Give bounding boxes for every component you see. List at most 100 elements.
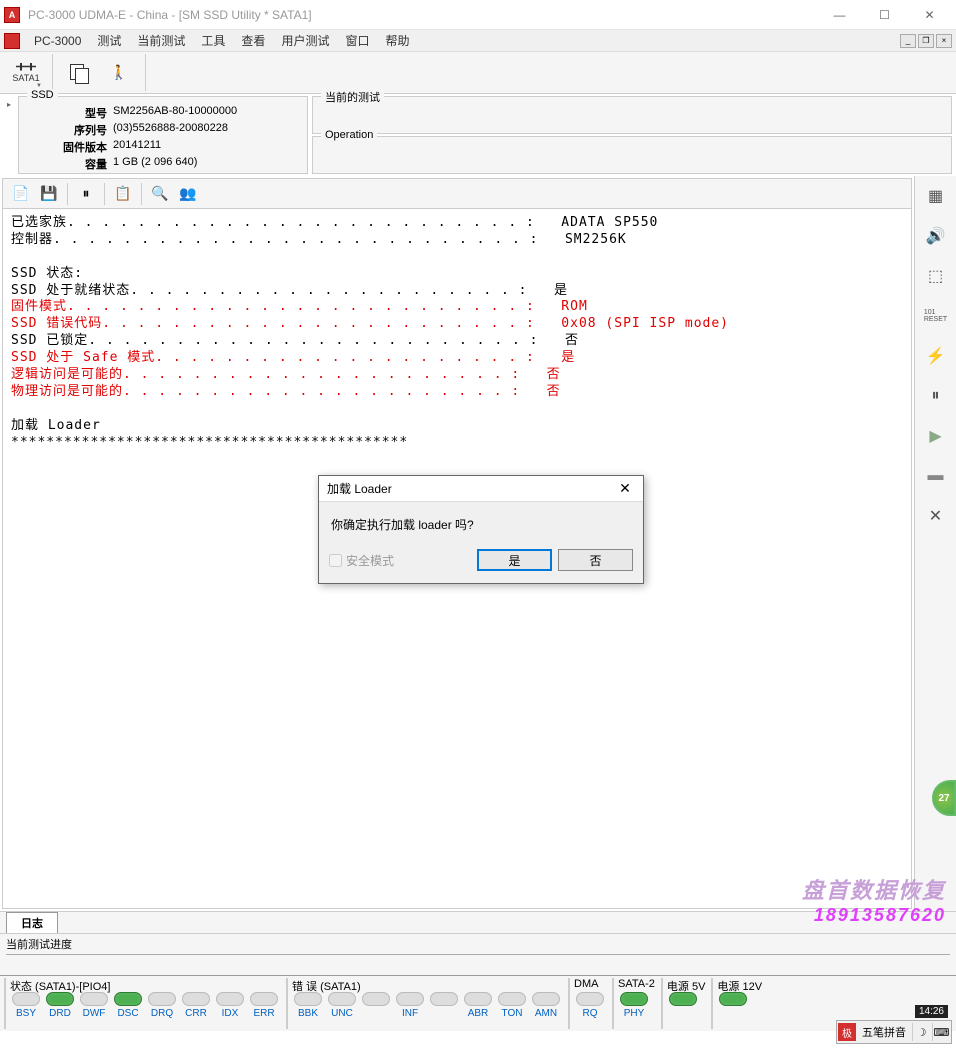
status-indicator: AMN	[530, 992, 562, 1019]
status-group-title: 状态 (SATA1)-[PIO4]	[10, 978, 280, 992]
reset-button[interactable]: 101RESET	[920, 300, 952, 332]
close-button[interactable]: ✕	[907, 1, 952, 29]
status-indicator: DRQ	[146, 992, 178, 1019]
menu-test[interactable]: 测试	[89, 30, 129, 51]
indicator-label: UNC	[331, 1008, 353, 1019]
audio-button[interactable]: 🔊	[920, 220, 952, 252]
status-group-title: DMA	[574, 978, 606, 992]
device-button[interactable]: ▬	[920, 460, 952, 492]
indicator-label	[732, 1008, 735, 1019]
safe-mode-checkbox[interactable]: 安全模式	[329, 552, 394, 569]
ime-bar[interactable]: 极 五笔拼音 ☽ ⌨	[836, 1020, 952, 1044]
no-button[interactable]: 否	[558, 549, 633, 571]
status-indicator	[717, 992, 749, 1019]
tab-log[interactable]: 日志	[6, 912, 58, 933]
menu-current-test[interactable]: 当前测试	[129, 30, 193, 51]
ssd-info-row: 固件版本 20141211	[27, 139, 299, 155]
menu-view[interactable]: 查看	[233, 30, 273, 51]
ssd-info-row: 序列号(03)5526888-20080228	[27, 122, 299, 138]
status-indicator: IDX	[214, 992, 246, 1019]
log-line: 加载 Loader	[11, 418, 903, 435]
led-icon	[294, 992, 322, 1006]
led-icon	[46, 992, 74, 1006]
led-icon	[80, 992, 108, 1006]
keyboard-icon[interactable]: ⌨	[932, 1023, 950, 1041]
indicator-label: DRQ	[151, 1008, 173, 1019]
status-indicator: UNC	[326, 992, 358, 1019]
dialog-close-button[interactable]: ✕	[615, 480, 635, 497]
find-button[interactable]: 🔍	[147, 181, 173, 207]
play-button[interactable]: ▶	[920, 420, 952, 452]
indicator-label	[443, 1008, 446, 1019]
sata-label: SATA1	[12, 73, 39, 83]
led-icon	[719, 992, 747, 1006]
chevron-down-icon: ▼	[36, 83, 42, 89]
minimize-button[interactable]: —	[817, 1, 862, 29]
status-group-title: SATA-2	[618, 978, 655, 992]
pause-button[interactable]: ⏸	[73, 181, 99, 207]
collapse-handle-left[interactable]: ▸	[4, 96, 14, 174]
indicator-label: ABR	[468, 1008, 489, 1019]
new-button[interactable]: 📄	[8, 181, 34, 207]
status-indicator: ABR	[462, 992, 494, 1019]
menu-user-test[interactable]: 用户测试	[273, 30, 337, 51]
status-indicator: CRR	[180, 992, 212, 1019]
maximize-button[interactable]: ☐	[862, 1, 907, 29]
yes-button[interactable]: 是	[477, 549, 552, 571]
watermark-line2: 18913587620	[802, 905, 946, 926]
sata-port-button[interactable]: SATA1 ▼	[8, 55, 44, 91]
moon-icon[interactable]: ☽	[912, 1023, 930, 1041]
exit-button[interactable]	[101, 55, 137, 91]
status-group: 电源 5V	[661, 978, 706, 1029]
pause-tool-button[interactable]: ⏸	[920, 380, 952, 412]
log-line	[11, 401, 903, 418]
ssd-field-value: 20141211	[113, 139, 161, 155]
mdi-minimize-button[interactable]: _	[900, 34, 916, 48]
settings-button[interactable]: ✕	[920, 500, 952, 532]
led-icon	[328, 992, 356, 1006]
log-line: 控制器. . . . . . . . . . . . . . . . . . .…	[11, 232, 903, 249]
indicator-label: AMN	[535, 1008, 557, 1019]
status-indicator: DRD	[44, 992, 76, 1019]
status-indicator: DSC	[112, 992, 144, 1019]
led-icon	[669, 992, 697, 1006]
log-line: SSD 处于就绪状态. . . . . . . . . . . . . . . …	[11, 283, 903, 300]
save-button[interactable]: 💾	[36, 181, 62, 207]
ssd-panel-title: SSD	[27, 89, 58, 101]
safe-mode-input[interactable]	[329, 554, 342, 567]
copy-button[interactable]	[61, 55, 97, 91]
ssd-info-row: 型号SM2256AB-80-10000000	[27, 105, 299, 121]
led-icon	[464, 992, 492, 1006]
ic-button[interactable]: ⬚	[920, 260, 952, 292]
status-indicator: PHY	[618, 992, 650, 1019]
led-icon	[250, 992, 278, 1006]
clock: 14:26	[915, 1005, 948, 1018]
exit-icon	[110, 64, 128, 82]
log-line: 物理访问是可能的. . . . . . . . . . . . . . . . …	[11, 384, 903, 401]
mdi-close-button[interactable]: ×	[936, 34, 952, 48]
menu-help[interactable]: 帮助	[377, 30, 417, 51]
indicator-label	[682, 1008, 685, 1019]
power-button[interactable]: ⚡	[920, 340, 952, 372]
chip-button[interactable]: ▦	[920, 180, 952, 212]
operation-title: Operation	[321, 129, 377, 141]
log-toolbar: 📄 💾 ⏸ 📋 🔍 👥	[3, 179, 911, 209]
ssd-info-panel: SSD 型号SM2256AB-80-10000000序列号(03)5526888…	[18, 96, 308, 174]
status-group: 状态 (SATA1)-[PIO4]BSYDRDDWFDSCDRQCRRIDXER…	[4, 978, 280, 1029]
ime-icon[interactable]: 极	[838, 1023, 856, 1041]
menu-tools[interactable]: 工具	[193, 30, 233, 51]
menu-app[interactable]: PC-3000	[26, 32, 89, 50]
indicator-label: CRR	[185, 1008, 207, 1019]
mdi-restore-button[interactable]: ❐	[918, 34, 934, 48]
status-indicator: TON	[496, 992, 528, 1019]
log-line: SSD 处于 Safe 模式. . . . . . . . . . . . . …	[11, 350, 903, 367]
find-next-button[interactable]: 👥	[175, 181, 201, 207]
copy-log-button[interactable]: 📋	[110, 181, 136, 207]
menu-window[interactable]: 窗口	[337, 30, 377, 51]
ssd-field-value: (03)5526888-20080228	[113, 122, 228, 138]
led-icon	[620, 992, 648, 1006]
menubar: PC-3000 测试 当前测试 工具 查看 用户测试 窗口 帮助 _ ❐ ×	[0, 30, 956, 52]
ssd-field-label: 固件版本	[27, 139, 107, 155]
led-icon	[396, 992, 424, 1006]
status-indicator: BBK	[292, 992, 324, 1019]
